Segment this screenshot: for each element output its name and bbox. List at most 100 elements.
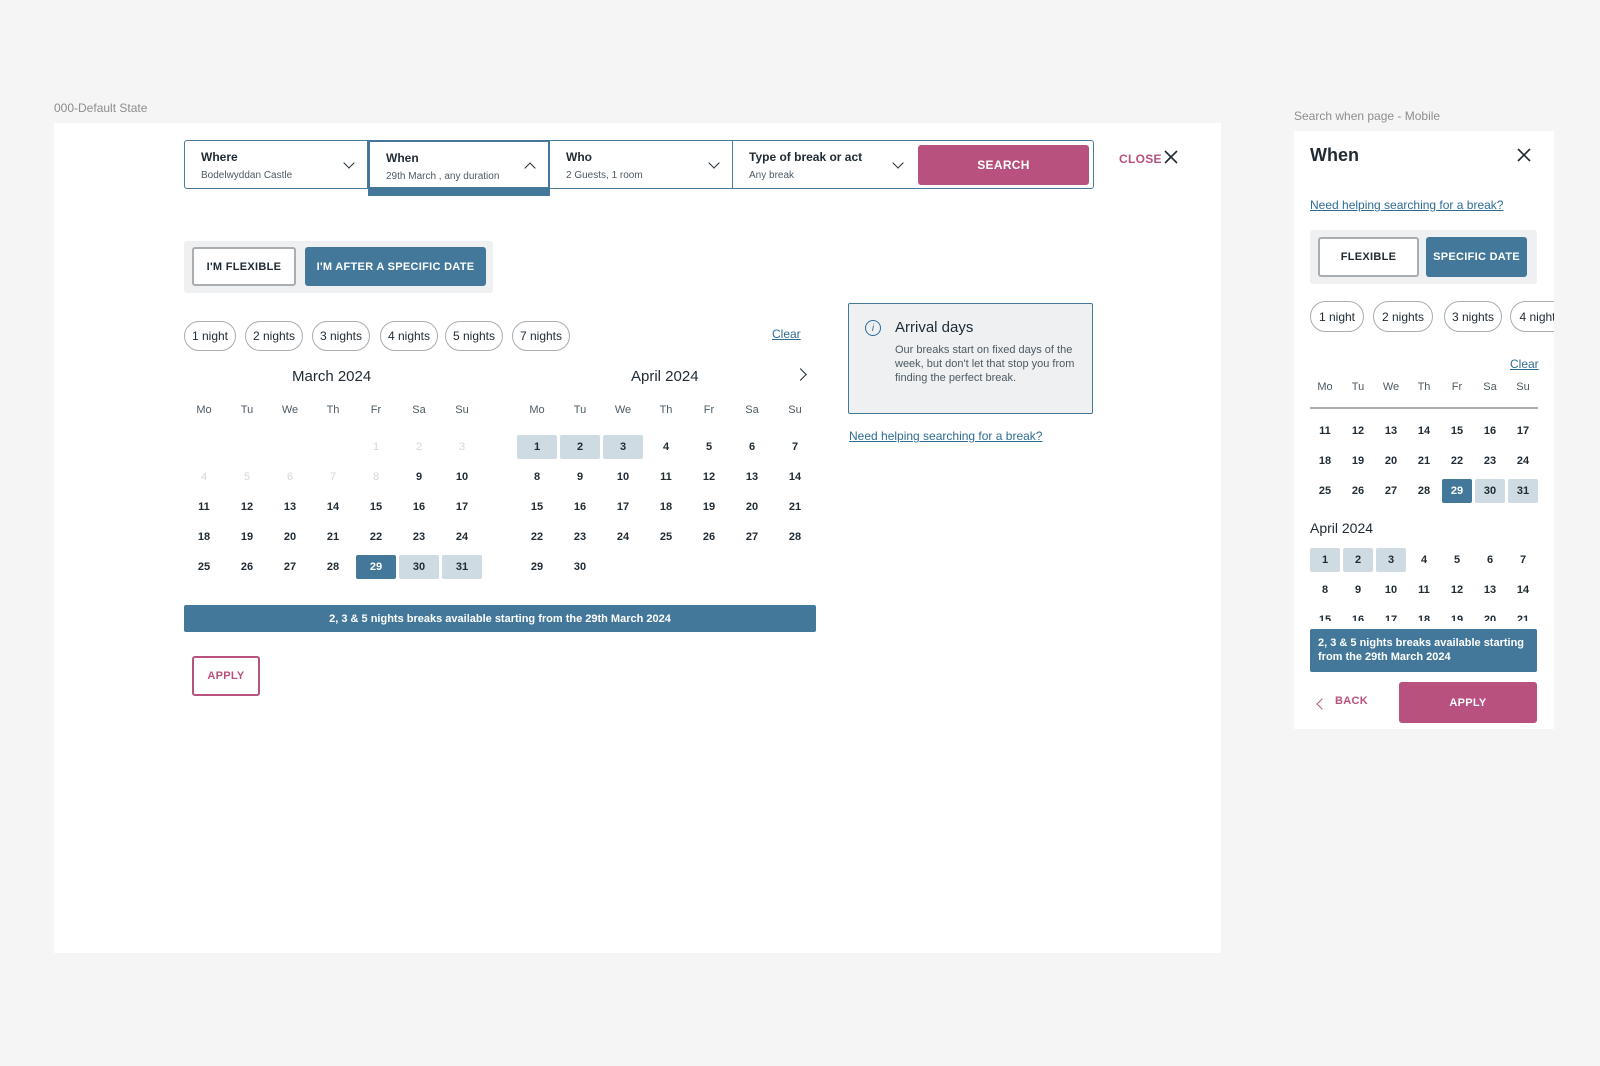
help-link[interactable]: Need helping searching for a break? [849, 429, 1042, 443]
mobile-calendar-day[interactable]: 5 [1442, 548, 1472, 572]
mobile-back-button[interactable]: BACK [1335, 695, 1368, 707]
mobile-calendar-day[interactable]: 30 [1475, 479, 1505, 503]
break-type-field[interactable]: Type of break or act Any break [733, 141, 916, 188]
calendar-day[interactable]: 27 [732, 525, 772, 549]
calendar-day[interactable]: 11 [646, 465, 686, 489]
mobile-calendar-day[interactable]: 19 [1343, 449, 1373, 473]
mobile-calendar-day[interactable]: 4 [1409, 548, 1439, 572]
calendar-day[interactable]: 18 [646, 495, 686, 519]
calendar-day[interactable]: 2 [560, 435, 600, 459]
chevron-right-icon[interactable] [794, 368, 807, 381]
calendar-day[interactable]: 8 [517, 465, 557, 489]
calendar-day[interactable]: 28 [775, 525, 815, 549]
calendar-day[interactable]: 12 [227, 495, 267, 519]
calendar-day[interactable]: 4 [646, 435, 686, 459]
mobile-calendar-day[interactable]: 11 [1409, 578, 1439, 602]
mobile-nights-option[interactable]: 2 nights [1373, 301, 1433, 332]
mobile-apply-button[interactable]: APPLY [1399, 682, 1537, 723]
mobile-calendar-day[interactable]: 11 [1310, 419, 1340, 443]
where-field[interactable]: Where Bodelwyddan Castle [185, 141, 368, 188]
mobile-calendar-day[interactable]: 31 [1508, 479, 1538, 503]
mobile-calendar-day[interactable]: 6 [1475, 548, 1505, 572]
calendar-day[interactable]: 23 [560, 525, 600, 549]
calendar-day[interactable]: 24 [603, 525, 643, 549]
calendar-day[interactable]: 15 [517, 495, 557, 519]
calendar-day[interactable]: 11 [184, 495, 224, 519]
mobile-calendar-day[interactable]: 9 [1343, 578, 1373, 602]
nights-option[interactable]: 5 nights [445, 321, 503, 351]
mobile-calendar-day[interactable]: 27 [1376, 479, 1406, 503]
close-icon[interactable] [1516, 147, 1532, 163]
calendar-day[interactable]: 13 [732, 465, 772, 489]
mobile-clear-link[interactable]: Clear [1510, 357, 1539, 371]
mobile-calendar-day[interactable]: 7 [1508, 548, 1538, 572]
nights-option[interactable]: 7 nights [512, 321, 570, 351]
nights-option[interactable]: 2 nights [245, 321, 303, 351]
calendar-day[interactable]: 20 [270, 525, 310, 549]
flexible-button[interactable]: I'M FLEXIBLE [192, 247, 296, 286]
mobile-flexible-button[interactable]: FLEXIBLE [1318, 237, 1419, 277]
calendar-day[interactable]: 16 [399, 495, 439, 519]
close-button[interactable]: CLOSE [1119, 152, 1162, 166]
calendar-day[interactable]: 18 [184, 525, 224, 549]
mobile-specific-date-button[interactable]: SPECIFIC DATE [1426, 237, 1527, 277]
calendar-day[interactable]: 28 [313, 555, 353, 579]
specific-date-button[interactable]: I'M AFTER A SPECIFIC DATE [305, 247, 486, 286]
calendar-day[interactable]: 26 [227, 555, 267, 579]
calendar-day[interactable]: 19 [227, 525, 267, 549]
mobile-help-link[interactable]: Need helping searching for a break? [1310, 198, 1503, 212]
calendar-day[interactable]: 1 [517, 435, 557, 459]
apply-button[interactable]: APPLY [192, 656, 260, 696]
calendar-day[interactable]: 29 [517, 555, 557, 579]
mobile-calendar-day[interactable]: 28 [1409, 479, 1439, 503]
mobile-nights-option[interactable]: 4 night [1510, 301, 1554, 332]
mobile-calendar-day[interactable]: 3 [1376, 548, 1406, 572]
calendar-day[interactable]: 22 [517, 525, 557, 549]
mobile-calendar-day[interactable]: 17 [1508, 419, 1538, 443]
mobile-calendar-day[interactable]: 24 [1508, 449, 1538, 473]
calendar-day[interactable]: 16 [560, 495, 600, 519]
calendar-day[interactable]: 9 [560, 465, 600, 489]
calendar-day[interactable]: 30 [560, 555, 600, 579]
calendar-day[interactable]: 17 [603, 495, 643, 519]
nights-option[interactable]: 1 night [184, 321, 236, 351]
calendar-day[interactable]: 12 [689, 465, 729, 489]
nights-option[interactable]: 4 nights [380, 321, 438, 351]
close-icon[interactable] [1162, 148, 1180, 166]
calendar-day[interactable]: 3 [603, 435, 643, 459]
calendar-day[interactable]: 21 [775, 495, 815, 519]
when-field[interactable]: When 29th March , any duration [368, 140, 550, 196]
mobile-nights-option[interactable]: 3 nights [1444, 301, 1502, 332]
calendar-day[interactable]: 15 [356, 495, 396, 519]
mobile-calendar-day[interactable]: 12 [1343, 419, 1373, 443]
mobile-calendar-day[interactable]: 13 [1376, 419, 1406, 443]
mobile-calendar-day[interactable]: 10 [1376, 578, 1406, 602]
mobile-calendar-day[interactable]: 26 [1343, 479, 1373, 503]
mobile-calendar-day[interactable]: 23 [1475, 449, 1505, 473]
mobile-calendar-day[interactable]: 16 [1475, 419, 1505, 443]
mobile-calendar-day[interactable]: 14 [1508, 578, 1538, 602]
mobile-calendar-day[interactable]: 20 [1376, 449, 1406, 473]
calendar-day[interactable]: 24 [442, 525, 482, 549]
calendar-day[interactable]: 20 [732, 495, 772, 519]
calendar-day[interactable]: 27 [270, 555, 310, 579]
calendar-day[interactable]: 26 [689, 525, 729, 549]
mobile-calendar-day[interactable]: 14 [1409, 419, 1439, 443]
calendar-day[interactable]: 7 [775, 435, 815, 459]
calendar-day[interactable]: 9 [399, 465, 439, 489]
calendar-day[interactable]: 23 [399, 525, 439, 549]
mobile-calendar-day[interactable]: 2 [1343, 548, 1373, 572]
calendar-day[interactable]: 10 [603, 465, 643, 489]
calendar-day[interactable]: 25 [184, 555, 224, 579]
mobile-nights-option[interactable]: 1 night [1310, 301, 1364, 332]
mobile-calendar-day[interactable]: 25 [1310, 479, 1340, 503]
mobile-calendar-day[interactable]: 12 [1442, 578, 1472, 602]
calendar-day[interactable]: 29 [356, 555, 396, 579]
calendar-day[interactable]: 21 [313, 525, 353, 549]
nights-option[interactable]: 3 nights [312, 321, 370, 351]
mobile-calendar-day[interactable]: 13 [1475, 578, 1505, 602]
mobile-calendar-day[interactable]: 1 [1310, 548, 1340, 572]
calendar-day[interactable]: 31 [442, 555, 482, 579]
who-field[interactable]: Who 2 Guests, 1 room [550, 141, 733, 188]
search-button[interactable]: SEARCH [918, 145, 1089, 185]
